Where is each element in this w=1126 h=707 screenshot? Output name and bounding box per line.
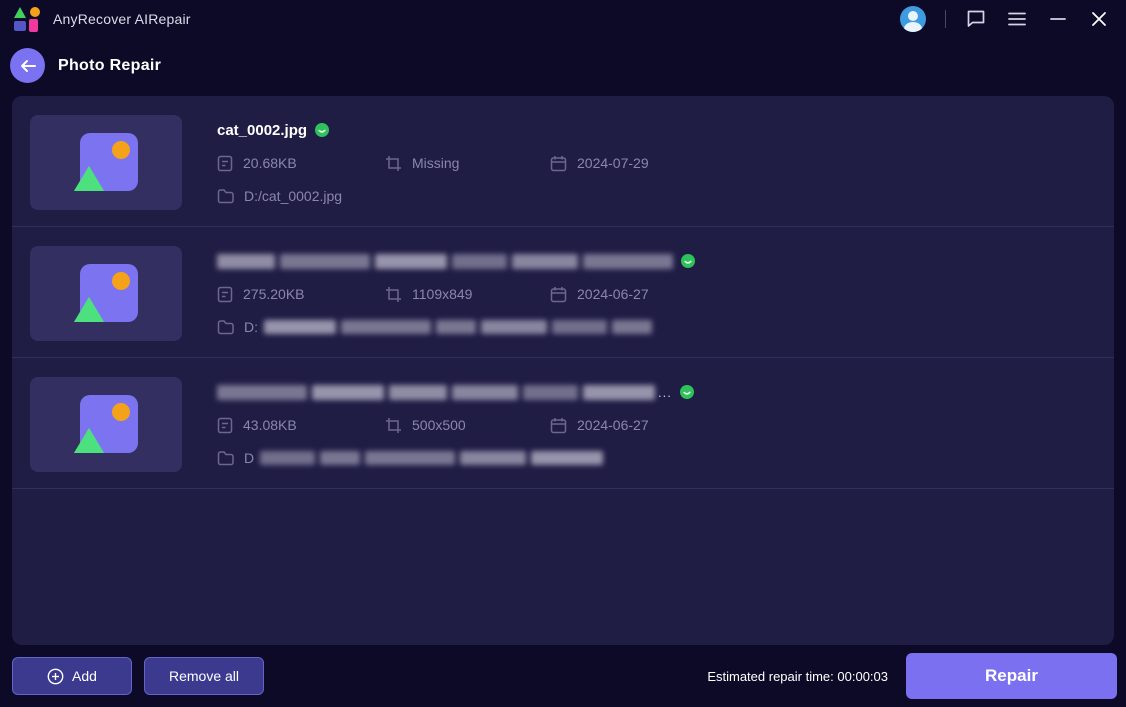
file-path-redacted bbox=[260, 451, 604, 465]
add-icon bbox=[47, 668, 64, 684]
file-size: 20.68KB bbox=[243, 155, 297, 171]
file-path-redacted bbox=[264, 320, 652, 334]
back-button[interactable] bbox=[10, 48, 45, 83]
file-name: cat_0002.jpg bbox=[217, 121, 308, 139]
image-placeholder-icon bbox=[74, 393, 138, 457]
file-path: D:/cat_0002.jpg bbox=[244, 188, 343, 204]
dimensions-icon bbox=[386, 417, 401, 433]
file-size-icon bbox=[217, 155, 233, 171]
repair-button-label: Repair bbox=[985, 666, 1038, 685]
menu-icon[interactable] bbox=[1006, 8, 1028, 30]
minimize-button[interactable] bbox=[1047, 8, 1069, 30]
image-placeholder-icon bbox=[74, 262, 138, 326]
add-button[interactable]: Add bbox=[12, 657, 132, 695]
back-arrow-icon bbox=[20, 59, 36, 72]
calendar-icon bbox=[550, 155, 567, 171]
file-size: 43.08KB bbox=[243, 417, 297, 433]
status-ok-icon bbox=[679, 385, 694, 399]
estimated-repair-time: Estimated repair time: 00:00:03 bbox=[707, 668, 888, 684]
add-button-label: Add bbox=[72, 668, 97, 684]
file-date: 2024-07-29 bbox=[577, 155, 649, 171]
file-row-3[interactable]: ... 43.08KB 500x500 2024-06-27 D bbox=[12, 358, 1114, 489]
image-placeholder-icon bbox=[74, 131, 138, 195]
estimated-repair-time-value: 00:00:03 bbox=[837, 668, 888, 684]
footer-bar: Add Remove all Estimated repair time: 00… bbox=[0, 645, 1126, 707]
dimensions-icon bbox=[386, 155, 401, 171]
status-ok-icon bbox=[681, 254, 695, 268]
file-name-redacted bbox=[217, 253, 673, 269]
file-row-2[interactable]: 275.20KB 1109x849 2024-06-27 D: bbox=[12, 227, 1114, 358]
file-dimensions: 1109x849 bbox=[412, 286, 473, 302]
file-date: 2024-06-27 bbox=[577, 286, 649, 302]
page-title: Photo Repair bbox=[58, 56, 162, 74]
file-path-prefix: D bbox=[244, 450, 255, 466]
user-avatar[interactable] bbox=[900, 6, 926, 32]
folder-icon bbox=[217, 188, 234, 203]
file-list-panel: cat_0002.jpg 20.68KB Missing 2024-07-29 … bbox=[12, 96, 1114, 645]
close-button[interactable] bbox=[1088, 8, 1110, 30]
file-thumbnail bbox=[30, 246, 182, 341]
file-date: 2024-06-27 bbox=[577, 417, 649, 433]
file-size-icon bbox=[217, 286, 233, 302]
file-dimensions: Missing bbox=[412, 155, 460, 171]
file-name-ellipsis: ... bbox=[658, 384, 672, 400]
status-ok-icon bbox=[315, 123, 330, 137]
app-logo-icon bbox=[14, 6, 41, 32]
file-row-1[interactable]: cat_0002.jpg 20.68KB Missing 2024-07-29 … bbox=[12, 96, 1114, 227]
file-name-redacted bbox=[217, 384, 655, 400]
file-thumbnail bbox=[30, 115, 182, 210]
file-path-prefix: D: bbox=[244, 319, 258, 335]
file-thumbnail bbox=[30, 377, 182, 472]
folder-icon bbox=[217, 319, 234, 334]
dimensions-icon bbox=[386, 286, 401, 302]
folder-icon bbox=[217, 450, 234, 465]
calendar-icon bbox=[550, 417, 567, 433]
titlebar: AnyRecover AIRepair bbox=[0, 0, 1126, 38]
app-title: AnyRecover AIRepair bbox=[53, 11, 191, 27]
titlebar-divider bbox=[945, 10, 946, 28]
repair-button[interactable]: Repair bbox=[906, 653, 1117, 699]
file-dimensions: 500x500 bbox=[412, 417, 466, 433]
remove-all-button-label: Remove all bbox=[168, 668, 240, 684]
chat-icon[interactable] bbox=[965, 8, 987, 30]
remove-all-button[interactable]: Remove all bbox=[144, 657, 264, 695]
calendar-icon bbox=[550, 286, 567, 302]
file-size: 275.20KB bbox=[243, 286, 305, 302]
file-size-icon bbox=[217, 417, 233, 433]
page-header: Photo Repair bbox=[0, 38, 1126, 95]
